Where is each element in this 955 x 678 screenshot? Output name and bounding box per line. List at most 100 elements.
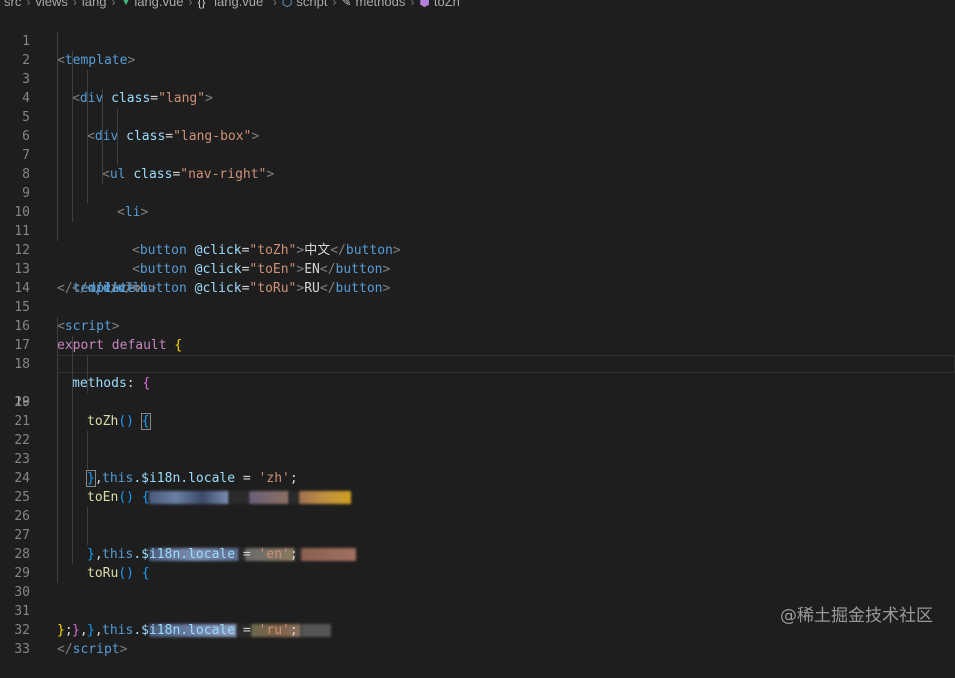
indent-guide <box>72 450 73 469</box>
crumb-script[interactable]: script <box>296 0 327 9</box>
indent-guide <box>102 108 103 127</box>
code-line[interactable]: 18 toZh() { <box>0 336 955 430</box>
code-line[interactable]: 27 <box>0 507 955 637</box>
indent-guide <box>57 545 58 564</box>
code-line[interactable]: 16 export default { <box>0 298 955 353</box>
code-line[interactable]: 3 <div class="lang-box"> <box>0 51 955 144</box>
indent-guide <box>72 469 73 488</box>
current-line-highlight <box>57 355 955 373</box>
indent-guide <box>57 127 58 146</box>
wrench-icon: ✎ <box>341 0 352 9</box>
chevron-right-icon: › <box>111 0 116 9</box>
indent-guide <box>72 374 73 393</box>
indent-guide <box>87 89 88 108</box>
indent-guide <box>72 127 73 146</box>
code-line[interactable]: 4 <ul class="nav-right"> <box>0 70 955 182</box>
code-line[interactable]: 20 this.$i18n.locale = 'zh'; <box>0 374 955 486</box>
code-editor[interactable]: 1 <template> 2 <div class="lang"> 3 <div… <box>0 12 955 657</box>
code-line[interactable]: 29 }, <box>0 545 955 638</box>
indent-guide <box>57 336 58 355</box>
code-line[interactable]: 12 </div> <box>0 222 955 296</box>
code-line[interactable]: 23 <box>0 431 955 561</box>
indent-guide <box>102 165 103 184</box>
code-line[interactable]: 8 <button @click="toRu">RU</button> <box>0 146 955 296</box>
code-line[interactable]: 17 methods: { <box>0 317 955 391</box>
indent-guide <box>87 165 88 184</box>
indent-guide <box>57 146 58 165</box>
chevron-right-icon: › <box>188 0 193 9</box>
crumb-lang[interactable]: lang <box>82 0 107 9</box>
indent-guide <box>87 70 88 89</box>
crumb-tozh[interactable]: toZh <box>434 0 460 9</box>
code-line[interactable]: 1 <template> <box>0 13 955 68</box>
code-line[interactable]: 10 </ul> <box>0 184 955 296</box>
code-line[interactable]: 25 }, <box>0 469 955 562</box>
breadcrumb: src › views › lang › ▼ lang.vue › {} "la… <box>0 0 955 12</box>
indent-guide <box>57 450 58 469</box>
code-line[interactable]: 15 <script> <box>0 279 955 334</box>
indent-guide <box>102 89 103 108</box>
chevron-right-icon: › <box>272 0 277 9</box>
indent-guide <box>57 469 58 488</box>
indent-guide <box>87 526 88 545</box>
indent-guide <box>57 393 58 412</box>
chevron-right-icon: › <box>72 0 77 9</box>
tag-name: script <box>72 642 120 657</box>
line-number: 33 <box>14 642 30 657</box>
indent-guide <box>87 450 88 469</box>
indent-guide <box>87 507 88 526</box>
chevron-right-icon: › <box>332 0 337 9</box>
indent-guide <box>57 70 58 89</box>
indent-guide <box>87 431 88 450</box>
code-line[interactable]: 6 <button @click="toZh">中文</button> <box>0 108 955 258</box>
indent-guide <box>57 222 58 241</box>
code-line[interactable]: 22 toEn() { <box>0 412 955 505</box>
indent-guide <box>72 507 73 526</box>
indent-guide <box>72 336 73 355</box>
code-line[interactable]: 28 this.$i18n.locale = 'ru'; <box>0 526 955 638</box>
box-icon: ⬡ <box>281 0 293 9</box>
indent-guide <box>57 431 58 450</box>
indent-guide <box>72 70 73 89</box>
indent-guide <box>87 127 88 146</box>
indent-guide <box>102 146 103 165</box>
indent-guide <box>57 32 58 51</box>
crumb-file[interactable]: lang.vue <box>134 0 183 9</box>
crumb-module[interactable]: "lang.vue" <box>210 0 268 9</box>
indent-guide <box>102 127 103 146</box>
indent-guide <box>57 203 58 222</box>
indent-guide <box>57 374 58 393</box>
chevron-right-icon: › <box>410 0 415 9</box>
code-line[interactable]: 14 <box>0 260 955 296</box>
code-line[interactable]: 19 <box>0 355 955 504</box>
indent-guide <box>57 184 58 203</box>
code-line[interactable]: 9 </li> <box>0 165 955 296</box>
code-line[interactable]: 13 </template> <box>0 241 955 296</box>
crumb-views[interactable]: views <box>35 0 68 9</box>
indent-guide <box>72 545 73 564</box>
code-line[interactable]: 26 toRu() { <box>0 488 955 581</box>
code-line[interactable]: 24 this.$i18n.locale = 'en'; <box>0 450 955 562</box>
code-line[interactable]: 30 }, <box>0 564 955 638</box>
indent-guide <box>87 146 88 165</box>
indent-guide <box>57 564 58 583</box>
code-line[interactable]: 31 }; <box>0 583 955 638</box>
indent-guide <box>87 355 88 374</box>
crumb-src[interactable]: src <box>4 0 21 9</box>
indent-guide <box>57 526 58 545</box>
code-line[interactable]: 11 </div> <box>0 203 955 296</box>
indent-guide <box>57 412 58 431</box>
indent-guide <box>72 355 73 374</box>
crumb-methods[interactable]: methods <box>356 0 406 9</box>
indent-guide <box>57 165 58 184</box>
code-line[interactable]: 5 <li> <box>0 89 955 220</box>
code-line[interactable]: 2 <div class="lang"> <box>0 32 955 106</box>
indent-guide <box>57 317 58 336</box>
indent-guide <box>117 146 118 165</box>
code-line[interactable]: 7 <button @click="toEn">EN</button> <box>0 127 955 277</box>
indent-guide <box>57 507 58 526</box>
code-line[interactable]: 21 }, <box>0 393 955 487</box>
indent-guide <box>72 89 73 108</box>
indent-guide <box>87 184 88 203</box>
indent-guide <box>72 165 73 184</box>
